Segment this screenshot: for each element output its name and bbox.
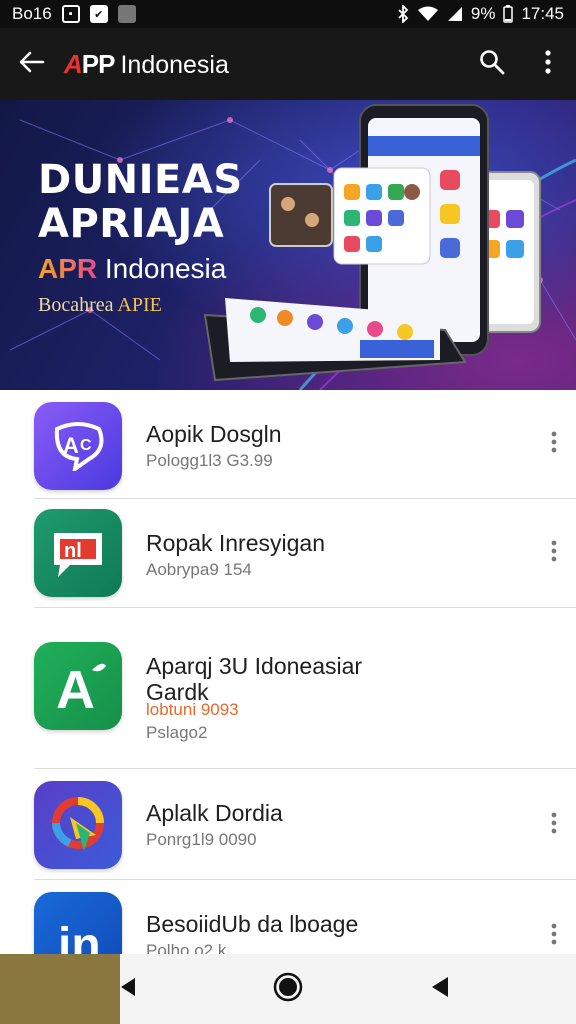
banner-brand-rest: Indonesia (104, 253, 227, 284)
photo-card-graphic (269, 183, 333, 247)
check-notification-icon: ✔ (89, 5, 108, 23)
signal-icon (447, 6, 463, 22)
svg-text:nl: nl (64, 540, 82, 562)
promo-banner[interactable]: DUNIEAS APRIAJA APR Indonesia Bocahrea A… (0, 100, 576, 390)
app-meta: Pslago2 (146, 723, 208, 742)
app-name: Aplalk Dordia (146, 800, 283, 826)
app-name: Aparqj 3U Idoneasiar (146, 653, 363, 679)
item-overflow-button[interactable] (544, 533, 564, 573)
app-bar: APP Indonesia (0, 28, 576, 100)
wifi-icon (417, 6, 439, 22)
square-back-icon (119, 976, 137, 1003)
status-left-text: Bo16 (12, 4, 52, 23)
app-title: APP Indonesia (64, 49, 229, 80)
app-name: BesoiidUb da lboage (146, 911, 359, 937)
app-price: lobtuni 9093 (146, 700, 239, 719)
banner-subtitle: Bocahrea APIE (38, 294, 162, 316)
banner-title-line2: APRIAJA (38, 201, 225, 247)
banner-title-line1: DUNIEAS (38, 157, 243, 203)
banner-brand-highlight: APR (38, 253, 98, 284)
svg-text:A: A (56, 660, 95, 714)
banner-text: DUNIEAS APRIAJA APR Indonesia Bocahrea A… (38, 158, 243, 317)
app-card-graphic (333, 167, 431, 265)
more-vert-icon (551, 540, 557, 567)
battery-icon (503, 5, 514, 23)
app-title-text: Indonesia (120, 50, 229, 79)
app-name: Aopik Dosgln (146, 421, 282, 447)
overflow-menu-button[interactable] (520, 28, 576, 100)
recents-button[interactable] (98, 954, 158, 1024)
home-button[interactable] (258, 954, 318, 1024)
item-overflow-button[interactable] (544, 424, 564, 464)
app-name: Ropak Inresyigan (146, 530, 325, 556)
arrow-back-icon (19, 51, 45, 78)
app-icon: AC (34, 402, 122, 490)
app-logo: APP (64, 48, 115, 79)
list-item[interactable]: AC Aopik Dosgln Pologg1l3 G3.99 (0, 390, 576, 499)
app-icon: nl (34, 509, 122, 597)
more-vert-icon (551, 812, 557, 839)
bluetooth-icon (397, 5, 409, 23)
app-icon (34, 781, 122, 869)
more-vert-icon (551, 431, 557, 458)
list-item[interactable]: nl Ropak Inresyigan Aobrypa9 154 (0, 499, 576, 608)
search-button[interactable] (464, 28, 520, 100)
status-bar: Bo16 ▪ ✔ 9% 17:45 (0, 0, 576, 28)
search-icon (479, 49, 505, 80)
app-meta: Pologg1l3 G3.99 (146, 451, 273, 470)
notification-icon: ▪ (61, 5, 80, 23)
list-item[interactable]: A Aparqj 3U Idoneasiar Gardk lobtuni 909… (0, 608, 576, 769)
battery-level: 9% (470, 4, 496, 23)
svg-text:C: C (80, 437, 92, 454)
item-overflow-button[interactable] (544, 805, 564, 845)
item-overflow-button[interactable] (544, 916, 564, 956)
back-button[interactable] (0, 28, 64, 100)
app-meta: Aobrypa9 154 (146, 560, 252, 579)
banner-brand: APR Indonesia (38, 252, 243, 286)
svg-text:A: A (63, 433, 79, 458)
triangle-back-icon (430, 976, 450, 1003)
back-nav-button[interactable] (410, 954, 470, 1024)
image-notification-icon (117, 5, 136, 23)
more-vert-icon (544, 49, 552, 79)
app-meta: Ponrg1l9 0090 (146, 830, 257, 849)
home-circle-icon (273, 972, 303, 1007)
clock: 17:45 (521, 4, 564, 23)
list-item[interactable]: Aplalk Dordia Ponrg1l9 0090 (0, 769, 576, 880)
more-vert-icon (551, 923, 557, 950)
app-icon: A (34, 642, 122, 730)
